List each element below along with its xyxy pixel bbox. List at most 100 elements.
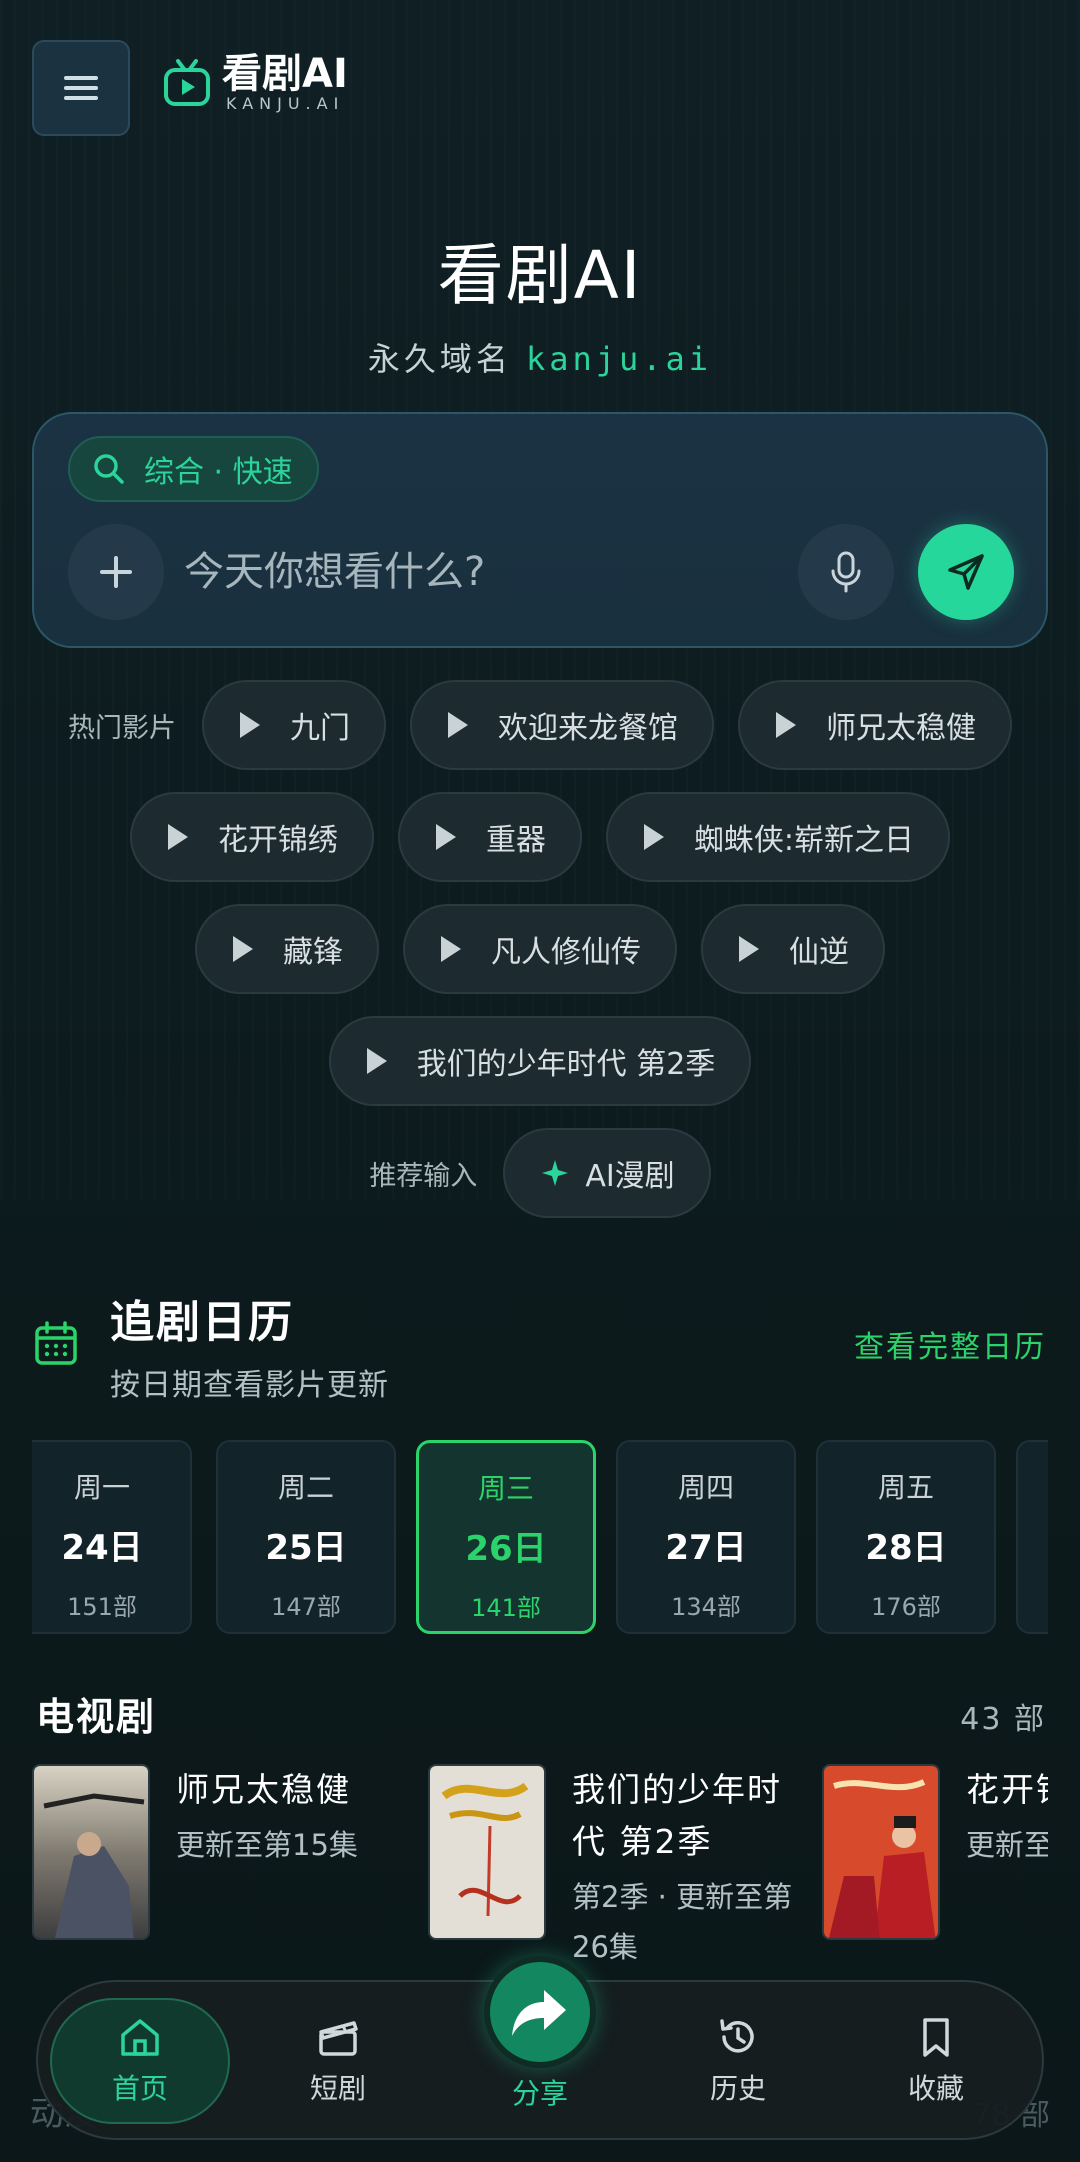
nav-short[interactable]: 短剧 <box>248 1998 428 2124</box>
day-count: 176部 <box>871 1593 941 1621</box>
ai-manju-label: AI漫剧 <box>585 1159 675 1194</box>
calendar-day[interactable]: 周五 28日 176部 <box>816 1440 996 1634</box>
hot-chip[interactable]: 花开锦绣 <box>129 792 374 882</box>
calendar-day-strip[interactable]: 周一 24日 151部 周二 25日 147部 周三 26日 141部 周四 2… <box>32 1440 1048 1636</box>
play-icon <box>435 824 456 850</box>
tv-card[interactable]: 我们的少年时代 第2季 第2季 · 更新至第26集 <box>428 1764 802 1972</box>
poster-image <box>32 1764 150 1940</box>
send-button[interactable] <box>918 524 1014 620</box>
hot-chip[interactable]: 凡人修仙传 <box>403 904 677 994</box>
hot-chip-label: 仙逆 <box>789 935 849 970</box>
send-icon <box>948 554 984 590</box>
day-count: 141部 <box>471 1594 541 1622</box>
history-icon <box>720 2019 754 2053</box>
nav-history-label: 历史 <box>709 2072 766 2105</box>
play-icon <box>776 712 796 738</box>
nav-history[interactable]: 历史 <box>648 1998 828 2124</box>
share-arrow-icon <box>512 1990 566 2036</box>
hot-chip-label: 蜘蛛侠:崭新之日 <box>693 823 915 858</box>
play-icon <box>167 824 188 850</box>
nav-home[interactable]: 首页 <box>50 1998 230 2124</box>
nav-short-label: 短剧 <box>309 2072 366 2105</box>
ai-manju-chip[interactable]: AI漫剧 <box>503 1128 711 1218</box>
hot-chip-label: 九门 <box>290 711 350 746</box>
day-count: 147部 <box>271 1593 341 1621</box>
menu-button[interactable] <box>32 40 130 136</box>
calendar-day[interactable]: 周二 25日 147部 <box>216 1440 396 1634</box>
hot-chip[interactable]: 九门 <box>202 680 386 770</box>
tv-card-title: 花开锦绣 <box>966 1770 1048 1809</box>
tv-card-episode: 第2季 · 更新至第26集 <box>572 1880 793 1964</box>
poster-image <box>428 1764 546 1940</box>
tv-card-title: 我们的少年时代 第2季 <box>572 1770 782 1861</box>
view-full-calendar-link[interactable]: 查看完整日历 <box>854 1322 1046 1366</box>
tv-card[interactable]: 师兄太稳健 更新至第15集 <box>32 1764 406 1940</box>
logo-subtitle: KANJU.AI <box>226 94 345 113</box>
search-icon <box>94 454 124 484</box>
tv-card-title: 师兄太稳健 <box>176 1770 351 1809</box>
calendar-day[interactable] <box>1016 1440 1048 1634</box>
share-button[interactable] <box>484 1956 596 2068</box>
home-icon <box>121 2019 159 2056</box>
hot-chip[interactable]: 仙逆 <box>701 904 885 994</box>
recommend-label: 推荐输入 <box>369 1160 478 1192</box>
play-icon <box>366 1048 387 1074</box>
nav-favorites-label: 收藏 <box>907 2072 964 2105</box>
hot-chip[interactable]: 我们的少年时代 第2季 <box>328 1016 752 1106</box>
day-weekday: 周三 <box>477 1472 534 1505</box>
hot-chip-label: 我们的少年时代 第2季 <box>416 1047 716 1082</box>
hot-label: 热门影片 <box>68 712 176 744</box>
tv-card-list[interactable]: 师兄太稳健 更新至第15集 我们的少年时代 第2季 第2季 · 更新至第26集 <box>32 1764 1048 1984</box>
hot-chip[interactable]: 重器 <box>397 792 582 882</box>
calendar-day[interactable]: 周一 24日 151部 <box>32 1440 192 1634</box>
day-date: 24日 <box>61 1528 143 1568</box>
play-icon <box>240 712 260 738</box>
day-date: 28日 <box>865 1528 947 1568</box>
add-button[interactable] <box>68 524 164 620</box>
hamburger-icon <box>64 70 98 106</box>
hot-chip[interactable]: 欢迎来龙餐馆 <box>410 680 714 770</box>
day-count: 151部 <box>67 1593 137 1621</box>
nav-favorites[interactable]: 收藏 <box>846 1998 1026 2124</box>
tv-card-episode: 更新至第15集 <box>176 1828 358 1862</box>
tv-card[interactable]: 花开锦绣 更新至 <box>822 1764 1048 1940</box>
search-card: 综合 · 快速 <box>32 412 1048 648</box>
clapperboard-icon <box>319 2021 358 2056</box>
microphone-icon <box>831 551 861 593</box>
hot-chip[interactable]: 师兄太稳健 <box>738 680 1012 770</box>
search-mode-label: 综合 · 快速 <box>144 455 293 490</box>
hot-row-1: 热门影片 九门 欢迎来龙餐馆 师兄太稳健 <box>0 680 1080 770</box>
domain-link[interactable]: kanju.ai <box>526 340 712 378</box>
hot-chip[interactable]: 藏锋 <box>195 904 379 994</box>
day-weekday: 周四 <box>677 1471 734 1504</box>
tv-card-episode: 更新至 <box>966 1828 1048 1862</box>
recommend-row: 推荐输入 AI漫剧 <box>0 1128 1080 1218</box>
play-icon <box>643 824 664 850</box>
hot-chip-label: 凡人修仙传 <box>491 935 641 970</box>
hot-chip-label: 欢迎来龙餐馆 <box>498 711 678 746</box>
calendar-title: 追剧日历 <box>110 1297 294 1348</box>
day-date: 27日 <box>665 1528 747 1568</box>
calendar-icon <box>35 1321 77 1365</box>
bookmark-icon <box>923 2018 949 2057</box>
day-weekday: 周一 <box>73 1471 130 1504</box>
search-mode-chip[interactable]: 综合 · 快速 <box>68 436 319 502</box>
day-date: 26日 <box>465 1529 547 1569</box>
poster-image <box>822 1764 940 1940</box>
hot-chip[interactable]: 蜘蛛侠:崭新之日 <box>605 792 951 882</box>
tv-section-count: 43 部 <box>960 1702 1046 1737</box>
tv-section-title: 电视剧 <box>36 1695 157 1739</box>
share-label: 分享 <box>511 2077 568 2110</box>
day-weekday: 周二 <box>277 1471 334 1504</box>
search-input[interactable] <box>184 534 804 610</box>
day-count: 134部 <box>671 1593 741 1621</box>
logo[interactable]: 看剧AI KANJU.AI <box>162 52 348 113</box>
calendar-day-selected[interactable]: 周三 26日 141部 <box>416 1440 596 1634</box>
voice-button[interactable] <box>798 524 894 620</box>
play-icon <box>448 712 468 738</box>
sparkle-icon <box>542 1160 569 1186</box>
hot-chip-label: 花开锦绣 <box>217 823 338 858</box>
calendar-subtitle: 按日期查看影片更新 <box>110 1368 389 1403</box>
calendar-day[interactable]: 周四 27日 134部 <box>616 1440 796 1634</box>
play-icon <box>233 936 253 962</box>
